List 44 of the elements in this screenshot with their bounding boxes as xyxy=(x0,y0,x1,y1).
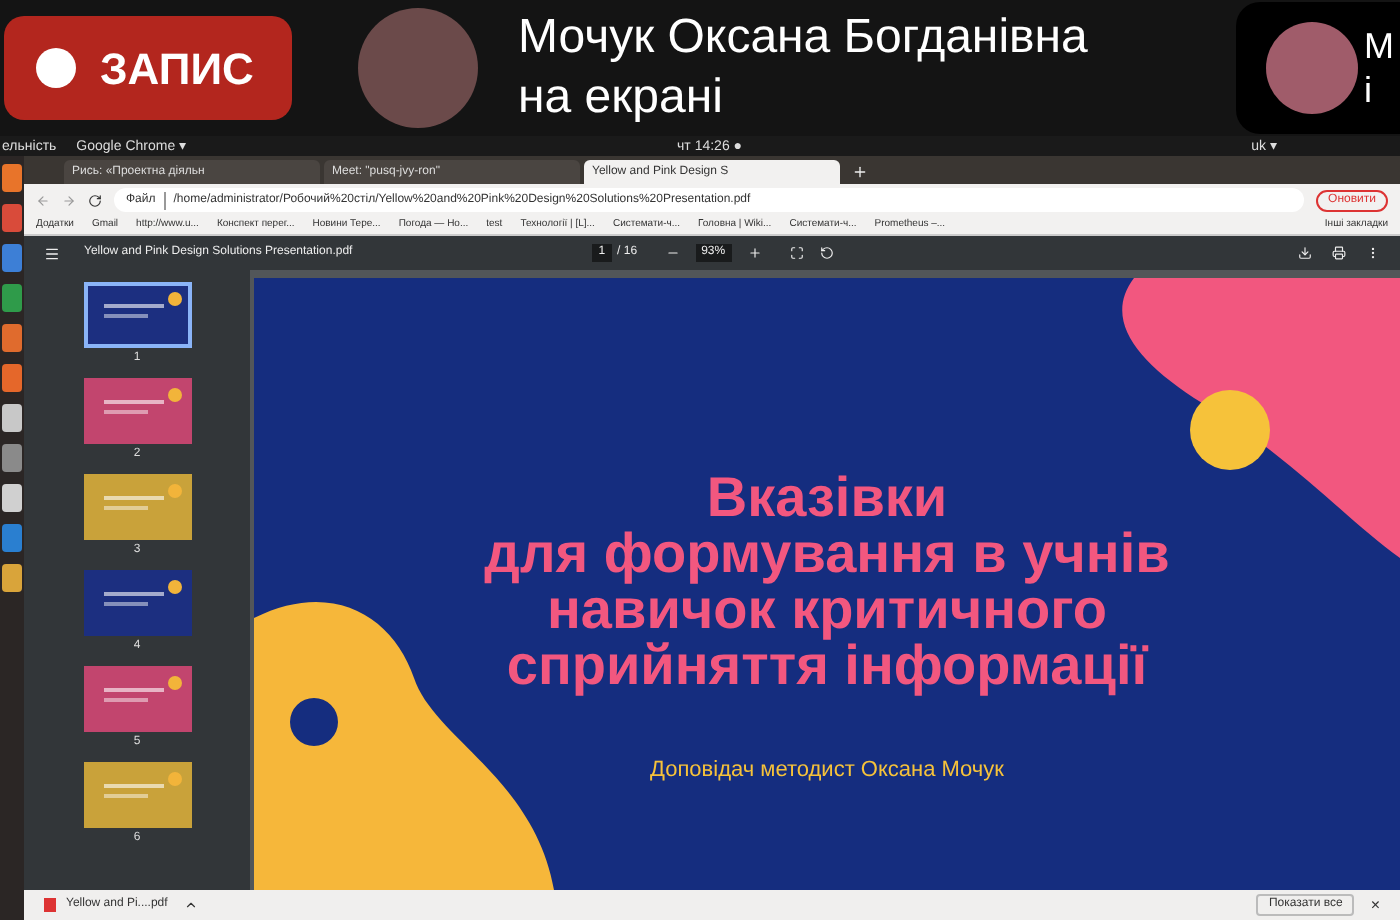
pdf-file-icon xyxy=(44,898,56,912)
record-button[interactable]: ЗАПИС xyxy=(4,16,292,120)
slide-thumbnail[interactable] xyxy=(83,762,191,828)
dock-app-icon[interactable] xyxy=(2,444,22,472)
participant-status: і xyxy=(1364,68,1374,112)
back-icon[interactable] xyxy=(36,193,50,207)
zoom-out-icon[interactable] xyxy=(665,246,680,260)
slide-title-line: сприйняття інформації xyxy=(506,638,1148,694)
slide-thumbnail[interactable] xyxy=(83,378,191,444)
dock-app-icon[interactable] xyxy=(2,244,22,272)
dock-app-icon[interactable] xyxy=(2,484,22,512)
zoom-in-icon[interactable] xyxy=(747,246,762,260)
print-icon[interactable] xyxy=(1332,246,1346,260)
more-icon[interactable] xyxy=(1366,246,1380,260)
new-tab-icon[interactable] xyxy=(852,164,868,180)
participant-name: М xyxy=(1364,24,1394,68)
download-icon[interactable] xyxy=(1298,246,1312,260)
dock-app-icon[interactable] xyxy=(2,404,22,432)
slide-thumbnail[interactable] xyxy=(83,570,191,636)
fit-page-icon[interactable] xyxy=(789,246,804,260)
slide-title-line: Вказівки xyxy=(706,470,948,526)
dock-app-icon[interactable] xyxy=(2,284,22,312)
slide-title-line: навичок критичного xyxy=(547,582,1107,638)
presenter-status: на екрані xyxy=(518,68,725,128)
dock-app-icon[interactable] xyxy=(2,324,22,352)
circle-shape xyxy=(1190,390,1270,470)
menu-icon[interactable] xyxy=(44,245,60,261)
dock-app-icon[interactable] xyxy=(2,204,22,232)
slide-thumbnail[interactable] xyxy=(83,282,191,348)
slide-thumbnail[interactable] xyxy=(83,666,191,732)
caret-icon[interactable] xyxy=(183,898,198,912)
avatar xyxy=(1266,22,1358,114)
reload-icon[interactable] xyxy=(88,193,102,207)
close-button[interactable]: × xyxy=(1370,893,1380,917)
dock-app-icon[interactable] xyxy=(2,364,22,392)
dock-app-icon[interactable] xyxy=(2,164,22,192)
dock-app-icon[interactable] xyxy=(2,524,22,552)
slide-subtitle: Доповідач методист Оксана Мочук xyxy=(650,756,1004,786)
slide-thumbnail[interactable] xyxy=(83,474,191,540)
slide-title-line: для формування в учнів xyxy=(484,526,1170,582)
forward-icon[interactable] xyxy=(62,193,76,207)
rotate-icon[interactable] xyxy=(819,246,834,260)
presenter-name: Мочук Оксана Богданівна xyxy=(518,8,1088,68)
dock-app-icon[interactable] xyxy=(2,564,22,592)
